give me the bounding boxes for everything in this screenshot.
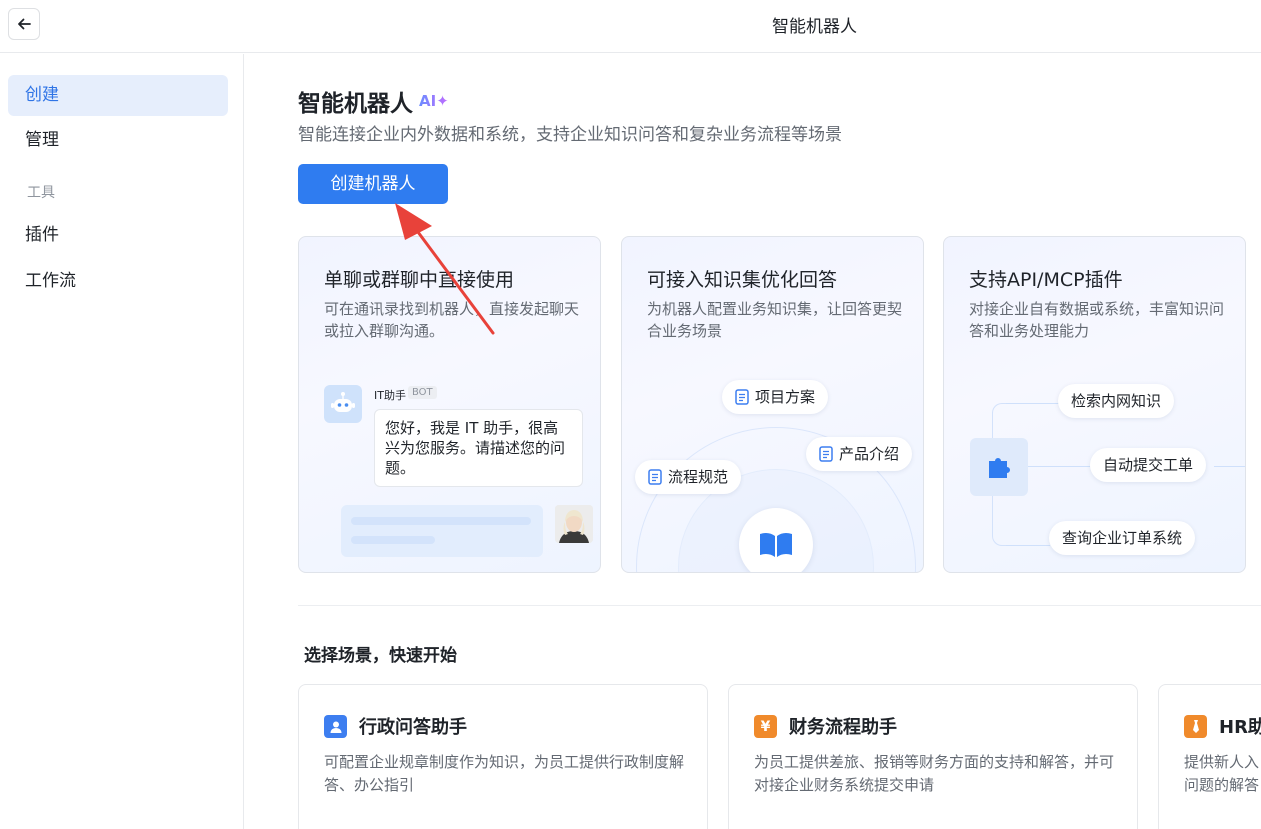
puzzle-icon bbox=[989, 458, 1010, 478]
feature-card-chat: 单聊或群聊中直接使用 可在通讯录找到机器人，直接发起聊天或拉入群聊沟通。 IT助… bbox=[298, 236, 601, 573]
window-title: 智能机器人 bbox=[772, 17, 857, 37]
feature-title: 支持API/MCP插件 bbox=[969, 269, 1123, 291]
knowledge-chip: 产品介绍 bbox=[806, 437, 913, 471]
sidebar-item-plugins[interactable]: 插件 bbox=[8, 215, 228, 256]
main-content: 智能机器人 AI✦ 智能连接企业内外数据和系统，支持企业知识问答和复杂业务流程等… bbox=[245, 54, 1261, 829]
section-divider bbox=[298, 605, 1261, 606]
user-photo-icon bbox=[555, 505, 593, 543]
book-icon bbox=[760, 532, 792, 557]
yen-icon: ¥ bbox=[754, 715, 777, 738]
section-title: 选择场景，快速开始 bbox=[304, 646, 457, 666]
page-subtitle: 智能连接企业内外数据和系统，支持企业知识问答和复杂业务流程等场景 bbox=[298, 125, 842, 145]
reply-line bbox=[351, 517, 531, 525]
top-bar: 智能机器人 bbox=[0, 0, 1261, 53]
scene-desc: 提供新人入问题的解答 bbox=[1184, 753, 1260, 794]
user-avatar bbox=[555, 505, 593, 543]
chip-label: 项目方案 bbox=[755, 388, 816, 406]
bot-name: IT助手 bbox=[374, 389, 406, 402]
reply-placeholder bbox=[341, 505, 543, 557]
connector-line bbox=[1028, 466, 1090, 467]
bot-avatar bbox=[324, 385, 362, 423]
knowledge-chip: 项目方案 bbox=[722, 380, 829, 414]
page-title-text: 智能机器人 bbox=[298, 91, 413, 117]
document-icon bbox=[648, 469, 662, 485]
document-icon bbox=[819, 446, 833, 462]
chip-label: 产品介绍 bbox=[839, 445, 900, 463]
feature-card-knowledge: 可接入知识集优化回答 为机器人配置业务知识集，让回答更契合业务场景 项目方案 产… bbox=[621, 236, 924, 573]
chip-label: 流程规范 bbox=[668, 468, 729, 486]
chat-bubble: 您好，我是 IT 助手，很高兴为您服务。请描述您的问题。 bbox=[374, 409, 583, 487]
scene-title: 财务流程助手 bbox=[789, 717, 897, 738]
scene-desc: 为员工提供差旅、报销等财务方面的支持和解答，并可对接企业财务系统提交申请 bbox=[754, 753, 1115, 794]
create-bot-button[interactable]: 创建机器人 bbox=[298, 164, 448, 204]
connector-line bbox=[1006, 545, 1050, 546]
connector-line bbox=[1214, 466, 1245, 467]
ai-badge: AI✦ bbox=[419, 92, 449, 110]
sidebar-group-tools: 工具 bbox=[27, 185, 55, 201]
feature-title: 可接入知识集优化回答 bbox=[647, 269, 838, 291]
sidebar-item-create[interactable]: 创建 bbox=[8, 75, 228, 116]
feature-title: 单聊或群聊中直接使用 bbox=[324, 269, 515, 291]
plugin-chip: 查询企业订单系统 bbox=[1049, 521, 1196, 555]
sidebar-item-manage[interactable]: 管理 bbox=[8, 120, 228, 161]
feature-desc: 可在通讯录找到机器人，直接发起聊天或拉入群聊沟通。 bbox=[324, 300, 580, 340]
document-icon bbox=[735, 389, 749, 405]
scene-card-admin[interactable]: 行政问答助手 可配置企业规章制度作为知识，为员工提供行政制度解答、办公指引 bbox=[298, 684, 708, 829]
sidebar-item-workflow[interactable]: 工作流 bbox=[8, 261, 228, 302]
person-icon bbox=[324, 715, 347, 738]
feature-desc: 对接企业自有数据或系统，丰富知识问答和业务处理能力 bbox=[969, 300, 1225, 340]
feature-card-plugins: 支持API/MCP插件 对接企业自有数据或系统，丰富知识问答和业务处理能力 检索… bbox=[943, 236, 1246, 573]
book-badge bbox=[739, 508, 813, 572]
plugin-badge bbox=[970, 438, 1028, 496]
chip-label: 查询企业订单系统 bbox=[1062, 529, 1183, 547]
sidebar: 创建 管理 工具 插件 工作流 bbox=[0, 54, 244, 829]
chip-label: 自动提交工单 bbox=[1103, 456, 1194, 474]
plugin-chip: 检索内网知识 bbox=[1058, 384, 1175, 418]
bot-tag: BOT bbox=[408, 386, 437, 399]
chip-label: 检索内网知识 bbox=[1071, 392, 1162, 410]
plugin-chip: 自动提交工单 bbox=[1090, 448, 1207, 482]
scene-title: HR助 bbox=[1219, 717, 1261, 738]
connector-line bbox=[1006, 403, 1060, 404]
page-title: 智能机器人 AI✦ bbox=[298, 84, 449, 118]
knowledge-chip: 流程规范 bbox=[635, 460, 742, 494]
reply-line bbox=[351, 536, 435, 544]
tie-icon bbox=[1184, 715, 1207, 738]
robot-icon bbox=[331, 392, 355, 412]
scene-card-finance[interactable]: ¥ 财务流程助手 为员工提供差旅、报销等财务方面的支持和解答，并可对接企业财务系… bbox=[728, 684, 1138, 829]
feature-desc: 为机器人配置业务知识集，让回答更契合业务场景 bbox=[647, 300, 903, 340]
scene-card-hr[interactable]: HR助 提供新人入问题的解答 bbox=[1158, 684, 1261, 829]
scene-desc: 可配置企业规章制度作为知识，为员工提供行政制度解答、办公指引 bbox=[324, 753, 685, 794]
scene-title: 行政问答助手 bbox=[359, 717, 467, 738]
